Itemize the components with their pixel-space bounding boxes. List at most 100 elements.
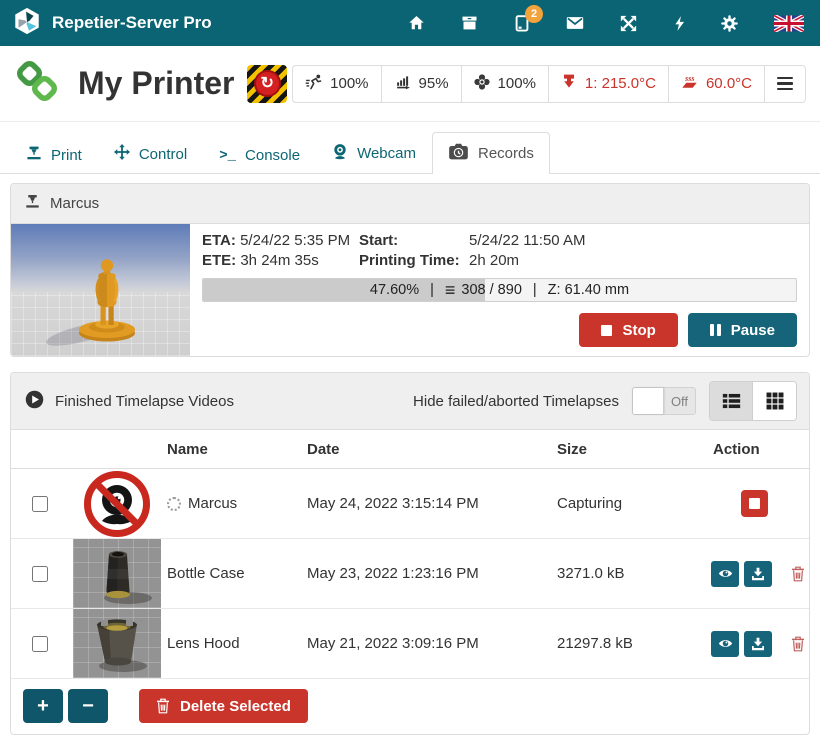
tab-bar: Print Control >_ Console Webcam Records bbox=[0, 122, 820, 174]
grid-view-button[interactable] bbox=[753, 382, 796, 420]
row-thumb-wrap bbox=[73, 539, 161, 608]
fan-segment[interactable]: 100% bbox=[461, 66, 548, 102]
flow-icon bbox=[394, 74, 411, 94]
flow-value: 95% bbox=[419, 75, 449, 92]
stop-button[interactable]: Stop bbox=[579, 313, 677, 347]
hide-failed-toggle[interactable]: Off bbox=[632, 387, 696, 415]
tab-console[interactable]: >_ Console bbox=[203, 137, 316, 174]
tab-print[interactable]: Print bbox=[10, 136, 98, 174]
row-checkbox[interactable] bbox=[32, 566, 48, 582]
home-icon[interactable] bbox=[408, 15, 425, 31]
tab-webcam[interactable]: Webcam bbox=[316, 133, 432, 174]
list-view-button[interactable] bbox=[710, 382, 753, 420]
eye-icon bbox=[718, 567, 733, 580]
download-icon bbox=[751, 637, 765, 651]
bed-segment[interactable]: sss 60.0°C bbox=[668, 66, 764, 102]
job-card-header[interactable]: Marcus bbox=[11, 184, 809, 224]
pause-icon bbox=[710, 324, 721, 336]
tab-records[interactable]: Records bbox=[432, 132, 550, 174]
start-value: 5/24/22 11:50 AM bbox=[469, 232, 797, 249]
webcam-icon bbox=[332, 143, 348, 164]
timelapse-thumbnail[interactable] bbox=[73, 609, 161, 678]
speed-icon bbox=[305, 74, 322, 94]
job-name: Marcus bbox=[50, 195, 99, 212]
notification-badge: 2 bbox=[525, 5, 543, 23]
grid-view-icon bbox=[766, 392, 784, 410]
bolt-icon[interactable] bbox=[673, 15, 685, 32]
heated-bed-icon: sss bbox=[681, 74, 698, 93]
gear-icon[interactable] bbox=[721, 15, 738, 32]
row-size: 21297.8 kB bbox=[557, 635, 707, 652]
timelapse-title-group[interactable]: Finished Timelapse Videos bbox=[25, 390, 234, 413]
toggle-knob bbox=[633, 388, 664, 414]
pause-label: Pause bbox=[731, 322, 775, 339]
brand[interactable]: Repetier-Server Pro bbox=[12, 6, 212, 41]
row-size: Capturing bbox=[557, 495, 707, 512]
pause-button[interactable]: Pause bbox=[688, 313, 797, 347]
row-checkbox[interactable] bbox=[32, 636, 48, 652]
repetier-logo-icon bbox=[12, 6, 42, 41]
expand-icon[interactable] bbox=[620, 15, 637, 32]
row-name: Lens Hood bbox=[167, 635, 240, 652]
job-times: ETA: 5/24/22 5:35 PM Start: 5/24/22 11:5… bbox=[202, 232, 797, 269]
table-header-row: Name Date Size Action bbox=[11, 430, 809, 469]
estop-arrow-icon: ↻ bbox=[254, 70, 281, 97]
view-video-button[interactable] bbox=[711, 561, 739, 587]
main-content: Marcus bbox=[0, 174, 820, 745]
stop-recording-button[interactable] bbox=[741, 490, 768, 517]
hamburger-icon bbox=[777, 77, 793, 91]
delete-row-button[interactable] bbox=[791, 566, 805, 582]
tab-console-label: Console bbox=[245, 147, 300, 164]
tab-records-label: Records bbox=[478, 145, 534, 162]
link-icon[interactable] bbox=[14, 58, 60, 109]
timelapse-thumbnail[interactable] bbox=[73, 539, 161, 608]
deselect-all-button[interactable]: − bbox=[68, 689, 108, 723]
mail-icon[interactable] bbox=[566, 16, 584, 30]
printing-time-label: Printing Time: bbox=[359, 252, 469, 269]
table-row: Lens Hood May 21, 2022 3:09:16 PM 21297.… bbox=[11, 609, 809, 679]
play-circle-icon bbox=[25, 390, 44, 413]
control-icon bbox=[114, 144, 130, 164]
nav-icon-group: 2 bbox=[408, 15, 804, 32]
progress-z-height: Z: 61.40 mm bbox=[548, 282, 629, 298]
ete-cell: ETE: 3h 24m 35s bbox=[202, 252, 359, 269]
download-button[interactable] bbox=[744, 561, 772, 587]
row-thumb-wrap bbox=[73, 609, 161, 678]
top-navbar: Repetier-Server Pro 2 bbox=[0, 0, 820, 46]
select-all-button[interactable]: + bbox=[23, 689, 63, 723]
delete-selected-label: Delete Selected bbox=[180, 698, 291, 715]
flow-segment[interactable]: 95% bbox=[381, 66, 461, 102]
tab-control[interactable]: Control bbox=[98, 134, 203, 174]
delete-row-button[interactable] bbox=[791, 636, 805, 652]
column-size: Size bbox=[557, 441, 707, 458]
timelapse-panel: Finished Timelapse Videos Hide failed/ab… bbox=[10, 372, 810, 735]
spinner-icon bbox=[167, 497, 181, 511]
printer-status-bar: ↻ 100% 95% 100% bbox=[247, 65, 806, 103]
row-actions bbox=[707, 561, 809, 587]
progress-layers: 308 / 890 bbox=[461, 282, 521, 298]
emergency-stop-button[interactable]: ↻ bbox=[247, 65, 287, 103]
download-button[interactable] bbox=[744, 631, 772, 657]
console-icon: >_ bbox=[219, 148, 236, 164]
row-checkbox[interactable] bbox=[32, 496, 48, 512]
printer-menu-button[interactable] bbox=[764, 66, 805, 102]
timelapse-controls: Hide failed/aborted Timelapses Off bbox=[413, 381, 797, 421]
stop-icon bbox=[601, 325, 612, 336]
no-webcam-icon bbox=[83, 470, 151, 538]
view-switcher bbox=[709, 381, 797, 421]
column-date: Date bbox=[307, 441, 557, 458]
timelapse-header: Finished Timelapse Videos Hide failed/ab… bbox=[11, 373, 809, 430]
ete-value: 3h 24m 35s bbox=[240, 252, 318, 269]
svg-text:sss: sss bbox=[684, 74, 694, 83]
timelapse-title: Finished Timelapse Videos bbox=[55, 393, 234, 410]
view-video-button[interactable] bbox=[711, 631, 739, 657]
tablet-icon[interactable]: 2 bbox=[514, 15, 530, 32]
extruder-segment[interactable]: 1: 215.0°C bbox=[548, 66, 668, 102]
delete-selected-button[interactable]: Delete Selected bbox=[139, 689, 308, 723]
table-row: Marcus May 24, 2022 3:15:14 PM Capturing bbox=[11, 469, 809, 539]
status-segments: 100% 95% 100% 1: 215.0°C bbox=[292, 65, 806, 103]
speed-segment[interactable]: 100% bbox=[293, 66, 380, 102]
archive-icon[interactable] bbox=[461, 15, 478, 31]
row-name: Bottle Case bbox=[167, 565, 245, 582]
flag-icon[interactable] bbox=[774, 15, 804, 32]
